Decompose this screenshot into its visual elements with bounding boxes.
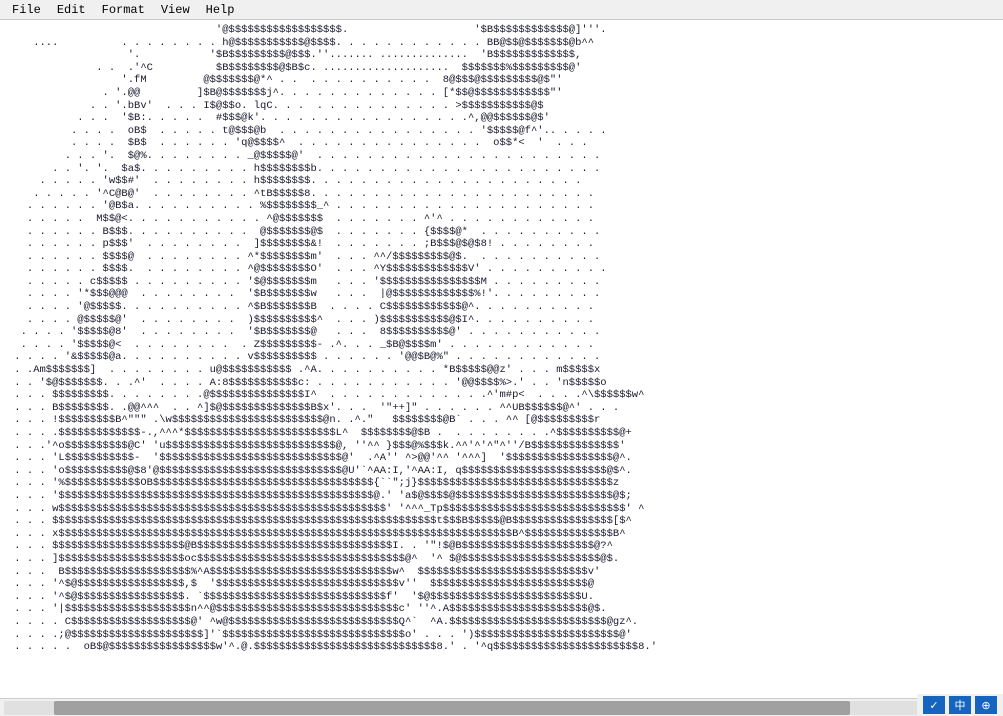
scroll-track-horizontal[interactable]	[4, 701, 999, 715]
ime-extra-button[interactable]: ⊕	[975, 696, 997, 714]
menu-bar: File Edit Format View Help	[0, 0, 1003, 20]
menu-edit[interactable]: Edit	[49, 1, 94, 19]
status-bar: ✓ 中 ⊕	[917, 694, 1003, 716]
menu-help[interactable]: Help	[198, 1, 243, 19]
ime-chinese-button[interactable]: 中	[949, 696, 971, 714]
scroll-thumb-horizontal[interactable]	[54, 701, 850, 715]
menu-view[interactable]: View	[153, 1, 198, 19]
menu-format[interactable]: Format	[94, 1, 153, 19]
main-content: '@$$$$$$$$$$$$$$$$$$. '$B$$$$$$$$$$$$@]'…	[0, 20, 1003, 716]
menu-file[interactable]: File	[4, 1, 49, 19]
ascii-art-display: '@$$$$$$$$$$$$$$$$$$. '$B$$$$$$$$$$$$@]'…	[0, 20, 1003, 696]
horizontal-scrollbar[interactable]	[0, 698, 1003, 716]
ime-check-button[interactable]: ✓	[923, 696, 945, 714]
